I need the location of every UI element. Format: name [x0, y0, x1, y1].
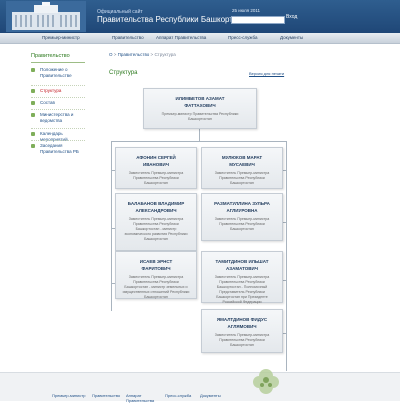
- bullet-icon: [31, 132, 35, 136]
- footer-link-government[interactable]: Правительство: [92, 393, 120, 398]
- person-position: Премьер-министр Правительства Республики…: [161, 112, 239, 121]
- breadcrumb-home[interactable]: О: [109, 52, 113, 57]
- search-input[interactable]: [231, 16, 285, 24]
- bullet-icon: [31, 89, 35, 93]
- org-box-deputy[interactable]: МУЛЮКОВ МАРАТ МУСАЕВИЧ Заместитель Премье…: [201, 147, 283, 189]
- nav-item-government[interactable]: Правительство: [112, 35, 144, 40]
- nav-item-press[interactable]: Пресс-служба: [228, 35, 257, 40]
- person-position: Заместитель Премьер-министра Правительст…: [122, 275, 190, 299]
- bullet-icon: [31, 144, 35, 148]
- current-date: 25 июля 2011: [232, 8, 261, 13]
- sidebar-item-calendar[interactable]: Календарь мероприятий: [31, 131, 85, 143]
- org-box-deputy[interactable]: ТАМИТДИНОВ ИЛЬШАТ АЗАМАТОВИЧ Заместитель …: [201, 251, 283, 304]
- nav-item-apparatus[interactable]: Аппарат Правительства: [156, 35, 206, 40]
- sidebar-item-meetings[interactable]: Заседания Правительства РБ: [31, 143, 85, 155]
- bullet-icon: [31, 101, 35, 105]
- site-footer: Премьер-министр Правительство Аппарат Пр…: [0, 372, 400, 403]
- sidebar-divider: [31, 62, 85, 63]
- breadcrumb-section[interactable]: Правительство: [118, 52, 150, 57]
- person-position: Заместитель Премьер-министра Правительст…: [214, 333, 270, 347]
- sidebar-item-composition[interactable]: Состав: [31, 100, 85, 106]
- site-header: Официальный сайт Правительства Республик…: [0, 0, 400, 33]
- nav-item-documents[interactable]: Документы: [280, 35, 303, 40]
- person-position: Заместитель Премьер-министра Правительст…: [128, 171, 184, 185]
- person-name: АФОНИН СЕРГЕЙ ИВАНОВИЧ: [136, 155, 176, 167]
- person-position: Заместитель Премьер-министра Правительст…: [214, 171, 270, 185]
- sidebar-item-regulations[interactable]: Положение о Правительстве: [31, 67, 85, 79]
- org-connector: [199, 127, 200, 141]
- person-position: Заместитель Премьер-министра Правительст…: [214, 275, 270, 304]
- breadcrumb-current: Структура: [154, 52, 176, 57]
- government-building-icon: [6, 1, 86, 32]
- bullet-icon: [31, 68, 35, 72]
- person-name: ТАМИТДИНОВ ИЛЬШАТ АЗАМАТОВИЧ: [215, 259, 269, 271]
- sidebar-separator: [31, 140, 85, 141]
- sidebar-title: Правительство: [31, 53, 70, 59]
- sidebar-separator: [31, 97, 85, 98]
- kurai-flower-emblem-icon: [253, 369, 279, 394]
- search-button[interactable]: Вход: [286, 14, 297, 20]
- footer-link-documents[interactable]: Документы: [200, 393, 221, 398]
- sidebar-item-ministries[interactable]: Министерства и ведомства: [31, 112, 85, 124]
- sidebar-item-structure[interactable]: Структура: [31, 88, 85, 94]
- org-box-premier[interactable]: ИЛИМБЕТОВ АЗАМАТ ФАТТАХОВИЧ Премьер-минис…: [143, 88, 257, 129]
- bullet-icon: [31, 113, 35, 117]
- org-box-deputy[interactable]: АФОНИН СЕРГЕЙ ИВАНОВИЧ Заместитель Премье…: [115, 147, 197, 189]
- footer-link-premier[interactable]: Премьер-министр: [52, 393, 85, 398]
- footer-link-apparatus[interactable]: Аппарат Правительства: [126, 393, 156, 403]
- person-position: Заместитель Премьер-министра Правительст…: [124, 217, 188, 241]
- person-name: ИСАЕВ ЭРНСТ ФАРИТОВИЧ: [139, 259, 173, 271]
- footer-link-press[interactable]: Пресс-служба: [165, 393, 191, 398]
- org-box-deputy[interactable]: ИСАЕВ ЭРНСТ ФАРИТОВИЧ Заместитель Премьер…: [115, 251, 197, 299]
- org-box-deputy[interactable]: ЯМАЛТДИНОВ ФИДУС АГЛЯМОВИЧ Заместитель Пр…: [201, 309, 283, 353]
- org-box-deputy[interactable]: БАЛАБАНОВ ВЛАДИМИР АЛЕКСАНДРОВИЧ Заместит…: [115, 193, 197, 251]
- page-title: Структура: [109, 70, 138, 76]
- sidebar-separator: [31, 128, 85, 129]
- sidebar-separator: [31, 109, 85, 110]
- person-position: Заместитель Премьер-министра Правительст…: [214, 217, 270, 231]
- person-name: БАЛАБАНОВ ВЛАДИМИР АЛЕКСАНДРОВИЧ: [127, 201, 185, 213]
- org-connector: [111, 141, 286, 142]
- person-name: МУЛЮКОВ МАРАТ МУСАЕВИЧ: [221, 155, 263, 167]
- person-name: ЯМАЛТДИНОВ ФИДУС АГЛЯМОВИЧ: [216, 317, 268, 329]
- print-version-link[interactable]: Версия для печати: [249, 71, 284, 76]
- org-box-deputy[interactable]: РАЗМАТУЛЛИНА ЗУЛЬРА АГЛИУРОВНА Заместител…: [201, 193, 283, 241]
- org-connector: [111, 141, 112, 311]
- org-connector: [286, 141, 287, 371]
- sidebar-separator: [31, 85, 85, 86]
- person-name: ИЛИМБЕТОВ АЗАМАТ ФАТТАХОВИЧ: [175, 96, 225, 108]
- person-name: РАЗМАТУЛЛИНА ЗУЛЬРА АГЛИУРОВНА: [214, 201, 270, 213]
- breadcrumb: О > Правительство > Структура: [109, 52, 176, 57]
- main-nav: Премьер-министр Правительство Аппарат Пр…: [0, 33, 400, 44]
- nav-item-premier[interactable]: Премьер-министр: [42, 35, 80, 40]
